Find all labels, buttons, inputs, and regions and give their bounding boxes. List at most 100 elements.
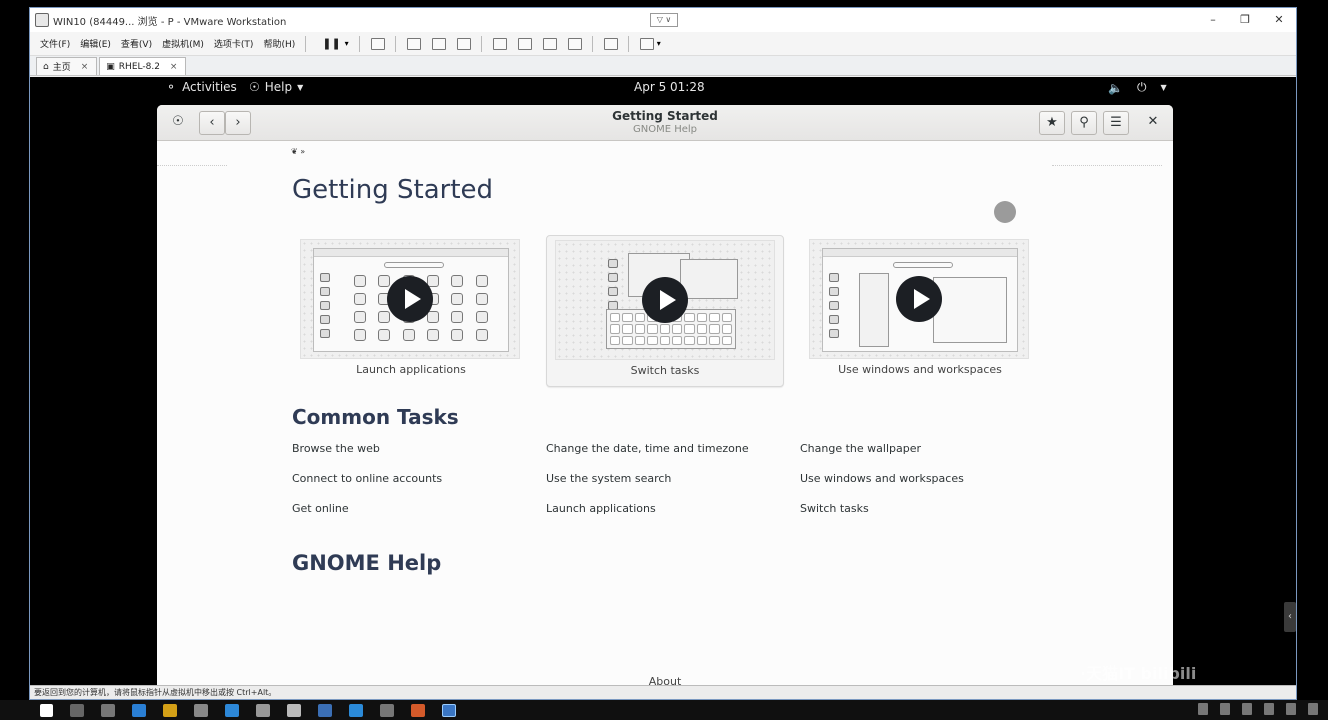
vmware-taskbar-icon[interactable] — [442, 703, 456, 717]
help-window: ☉ ‹ › Getting Started GNOME Help ★ ⚲ ☰ ✕… — [157, 105, 1173, 689]
watermark: ·天猫IT bilibili — [1080, 664, 1197, 683]
menu-vm[interactable]: 虚拟机(M) — [162, 37, 204, 50]
task-link[interactable]: Use the system search — [546, 472, 671, 485]
vmware-app-icon — [35, 13, 49, 27]
gnome-top-bar: ⚬ Activities ☉ Help ▼ Apr 5 01:28 🔈 ⏻ ▼ — [30, 77, 1296, 99]
section-title-gnome-help[interactable]: GNOME Help — [292, 551, 441, 575]
toolbar-separator — [480, 35, 482, 52]
video-switch-tasks[interactable]: Switch tasks — [546, 235, 784, 387]
thumbnail-icon[interactable] — [517, 37, 532, 50]
app-icon[interactable] — [287, 703, 301, 717]
menu-edit[interactable]: 编辑(E) — [80, 37, 111, 50]
tray-icon — [1308, 703, 1318, 715]
minimize-button[interactable]: – — [1200, 11, 1226, 29]
play-icon[interactable] — [642, 277, 688, 323]
task-link[interactable]: Get online — [292, 502, 349, 515]
lifebuoy-icon: ☉ — [249, 80, 260, 94]
play-icon[interactable] — [896, 276, 942, 322]
tab-label: RHEL-8.2 — [118, 61, 160, 72]
activities-label: Activities — [182, 80, 237, 94]
app-icon[interactable] — [318, 703, 332, 717]
snapshot-icon[interactable] — [406, 37, 421, 50]
windows-taskbar — [0, 700, 1328, 720]
home-icon: ⌂ — [43, 61, 49, 72]
app-menu[interactable]: ☉ Help ▼ — [249, 80, 303, 94]
close-window-button[interactable]: ✕ — [1266, 11, 1292, 29]
toolbar-separator — [627, 35, 629, 52]
vmware-window-title: WIN10 (84449... 浏览 - P - VMware Workstat… — [53, 16, 287, 28]
task-link[interactable]: Use windows and workspaces — [800, 472, 964, 485]
app-icon[interactable] — [411, 703, 425, 717]
menu-file[interactable]: 文件(F) — [40, 37, 70, 50]
pause-icon[interactable]: ❚❚ — [322, 37, 340, 50]
windows-start-icon[interactable] — [40, 703, 53, 717]
menu-view[interactable]: 查看(V) — [121, 37, 152, 50]
task-link[interactable]: Change the wallpaper — [800, 442, 921, 455]
fullscreen-icon[interactable] — [542, 37, 557, 50]
close-icon[interactable]: × — [81, 62, 89, 72]
video-thumbnail — [555, 240, 775, 360]
play-icon[interactable] — [387, 276, 433, 322]
file-explorer-icon[interactable] — [163, 703, 177, 717]
library-icon[interactable] — [492, 37, 507, 50]
task-link[interactable]: Change the date, time and timezone — [546, 442, 749, 455]
menu-help[interactable]: 帮助(H) — [263, 37, 295, 50]
toolbar-separator — [591, 35, 593, 52]
chevron-down-icon: ▼ — [1160, 83, 1167, 92]
close-button[interactable]: ✕ — [1140, 111, 1166, 135]
chevron-down-icon: ▼ — [297, 82, 304, 92]
chevron-down-icon[interactable]: ▾ — [657, 39, 661, 48]
app-icon[interactable] — [194, 703, 208, 717]
view-mode-icon[interactable] — [639, 37, 654, 50]
system-status-area[interactable]: 🔈 ⏻ ▼ — [1108, 80, 1167, 95]
close-icon[interactable]: × — [170, 62, 178, 72]
tab-rhel[interactable]: ▣ RHEL-8.2 × — [99, 57, 187, 75]
video-caption: Use windows and workspaces — [838, 363, 1002, 376]
bookmark-button[interactable]: ★ — [1039, 111, 1065, 135]
system-tray[interactable] — [1198, 703, 1318, 715]
video-caption: Launch applications — [356, 363, 466, 376]
activities-button[interactable]: ⚬ Activities — [166, 80, 237, 94]
chevron-down-icon[interactable]: ▾ — [345, 39, 349, 48]
restore-snapshot-icon[interactable] — [431, 37, 446, 50]
search-icon[interactable] — [70, 703, 84, 717]
toolbar-separator — [358, 35, 360, 52]
menu-tabs[interactable]: 选项卡(T) — [214, 37, 254, 50]
title-dropdown[interactable]: ▽ ∨ — [650, 13, 678, 27]
page-title: Getting Started — [292, 175, 494, 205]
breadcrumb-home-icon[interactable]: ❦ » — [291, 147, 305, 156]
video-use-windows-workspaces[interactable]: Use windows and workspaces — [801, 235, 1039, 387]
vm-icon: ▣ — [106, 61, 115, 72]
app-icon[interactable] — [349, 703, 363, 717]
menu-button[interactable]: ☰ — [1103, 111, 1129, 135]
side-panel-toggle[interactable]: ‹ — [1284, 602, 1296, 632]
console-icon[interactable] — [603, 37, 618, 50]
clock[interactable]: Apr 5 01:28 — [634, 80, 705, 94]
app-icon[interactable] — [380, 703, 394, 717]
task-link[interactable]: Launch applications — [546, 502, 656, 515]
search-button[interactable]: ⚲ — [1071, 111, 1097, 135]
app-icon[interactable] — [256, 703, 270, 717]
video-caption: Switch tasks — [630, 364, 700, 377]
tab-home[interactable]: ⌂ 主页 × — [36, 57, 98, 75]
snapshot-manager-icon[interactable] — [456, 37, 471, 50]
video-thumbnail — [809, 239, 1029, 359]
video-launch-applications[interactable]: Launch applications — [292, 235, 530, 387]
vmware-titlebar: WIN10 (84449... 浏览 - P - VMware Workstat… — [30, 8, 1296, 32]
guest-display[interactable]: ⚬ Activities ☉ Help ▼ Apr 5 01:28 🔈 ⏻ ▼ … — [30, 77, 1296, 689]
tray-icon — [1220, 703, 1230, 715]
section-title-common-tasks: Common Tasks — [292, 405, 459, 429]
edge-icon[interactable] — [132, 703, 146, 717]
power-icon: ⏻ — [1136, 80, 1147, 94]
help-content: ❦ » Getting Started Launch applications … — [157, 141, 1173, 689]
send-ctrl-alt-del-icon[interactable] — [370, 37, 385, 50]
task-link[interactable]: Switch tasks — [800, 502, 869, 515]
unity-icon[interactable] — [567, 37, 582, 50]
vmware-tabbar: ⌂ 主页 × ▣ RHEL-8.2 × — [30, 56, 1296, 76]
store-icon[interactable] — [225, 703, 239, 717]
task-link[interactable]: Browse the web — [292, 442, 380, 455]
app-menu-label: Help — [264, 80, 293, 94]
restore-button[interactable]: ❐ — [1232, 11, 1258, 29]
task-link[interactable]: Connect to online accounts — [292, 472, 442, 485]
task-view-icon[interactable] — [101, 703, 115, 717]
